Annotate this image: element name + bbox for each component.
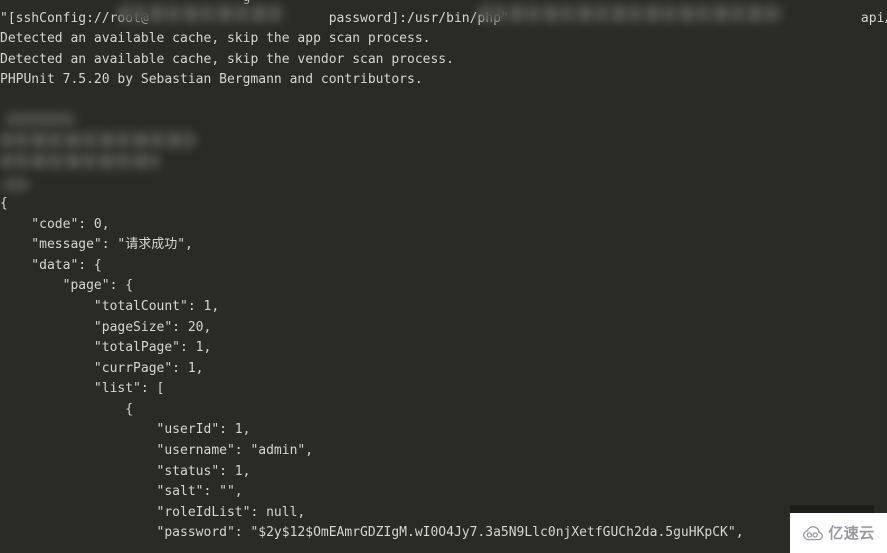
- redact-block-2: [0, 132, 196, 148]
- line-password: "password": "$2y$12$OmEAmrGDZIgM.wI0O4Jy…: [0, 525, 744, 541]
- line-cache-vendor: Detected an available cache, skip the ve…: [0, 51, 454, 67]
- line-data: "data": {: [0, 257, 102, 273]
- line-cache-app: Detected an available cache, skip the ap…: [0, 31, 431, 47]
- redact-block-4: [2, 177, 30, 192]
- line-roleidlist: "roleIdList": null,: [0, 504, 306, 520]
- line-pagesize: "pageSize": 20,: [0, 319, 212, 335]
- line-blank-1: [0, 91, 887, 112]
- line-item-open: {: [0, 401, 134, 417]
- watermark-text: 亿速云: [828, 523, 875, 542]
- line-redact-1: [0, 112, 887, 133]
- terminal-output: g"[sshConfig://root@ password]:/usr/bin/…: [0, 0, 887, 544]
- line-currpage: "currPage": 1,: [0, 360, 204, 376]
- line-message: "message": "请求成功",: [0, 237, 193, 253]
- line-status: "status": 1,: [0, 463, 251, 479]
- redact-ssh-path: [478, 5, 784, 22]
- line-userid: "userId": 1,: [0, 422, 251, 438]
- watermark: 亿速云: [790, 513, 887, 553]
- line-totalpage: "totalPage": 1,: [0, 340, 212, 356]
- line-json-open: {: [0, 195, 8, 211]
- line-username: "username": "admin",: [0, 443, 314, 459]
- line-code: "code": 0,: [0, 216, 110, 232]
- line-totalcount: "totalCount": 1,: [0, 298, 220, 314]
- redact-block-1: [4, 112, 76, 127]
- line-salt: "salt": "",: [0, 484, 243, 500]
- redact-ssh-host: [118, 5, 284, 22]
- line-page: "page": {: [0, 278, 134, 294]
- line-redact-4: [0, 173, 887, 194]
- line-phpunit-banner: PHPUnit 7.5.20 by Sebastian Bergmann and…: [0, 72, 423, 88]
- redact-block-3: [0, 153, 160, 169]
- cloud-icon: [803, 525, 824, 540]
- terminal-screen[interactable]: g"[sshConfig://root@ password]:/usr/bin/…: [0, 0, 887, 553]
- line-list: "list": [: [0, 381, 165, 397]
